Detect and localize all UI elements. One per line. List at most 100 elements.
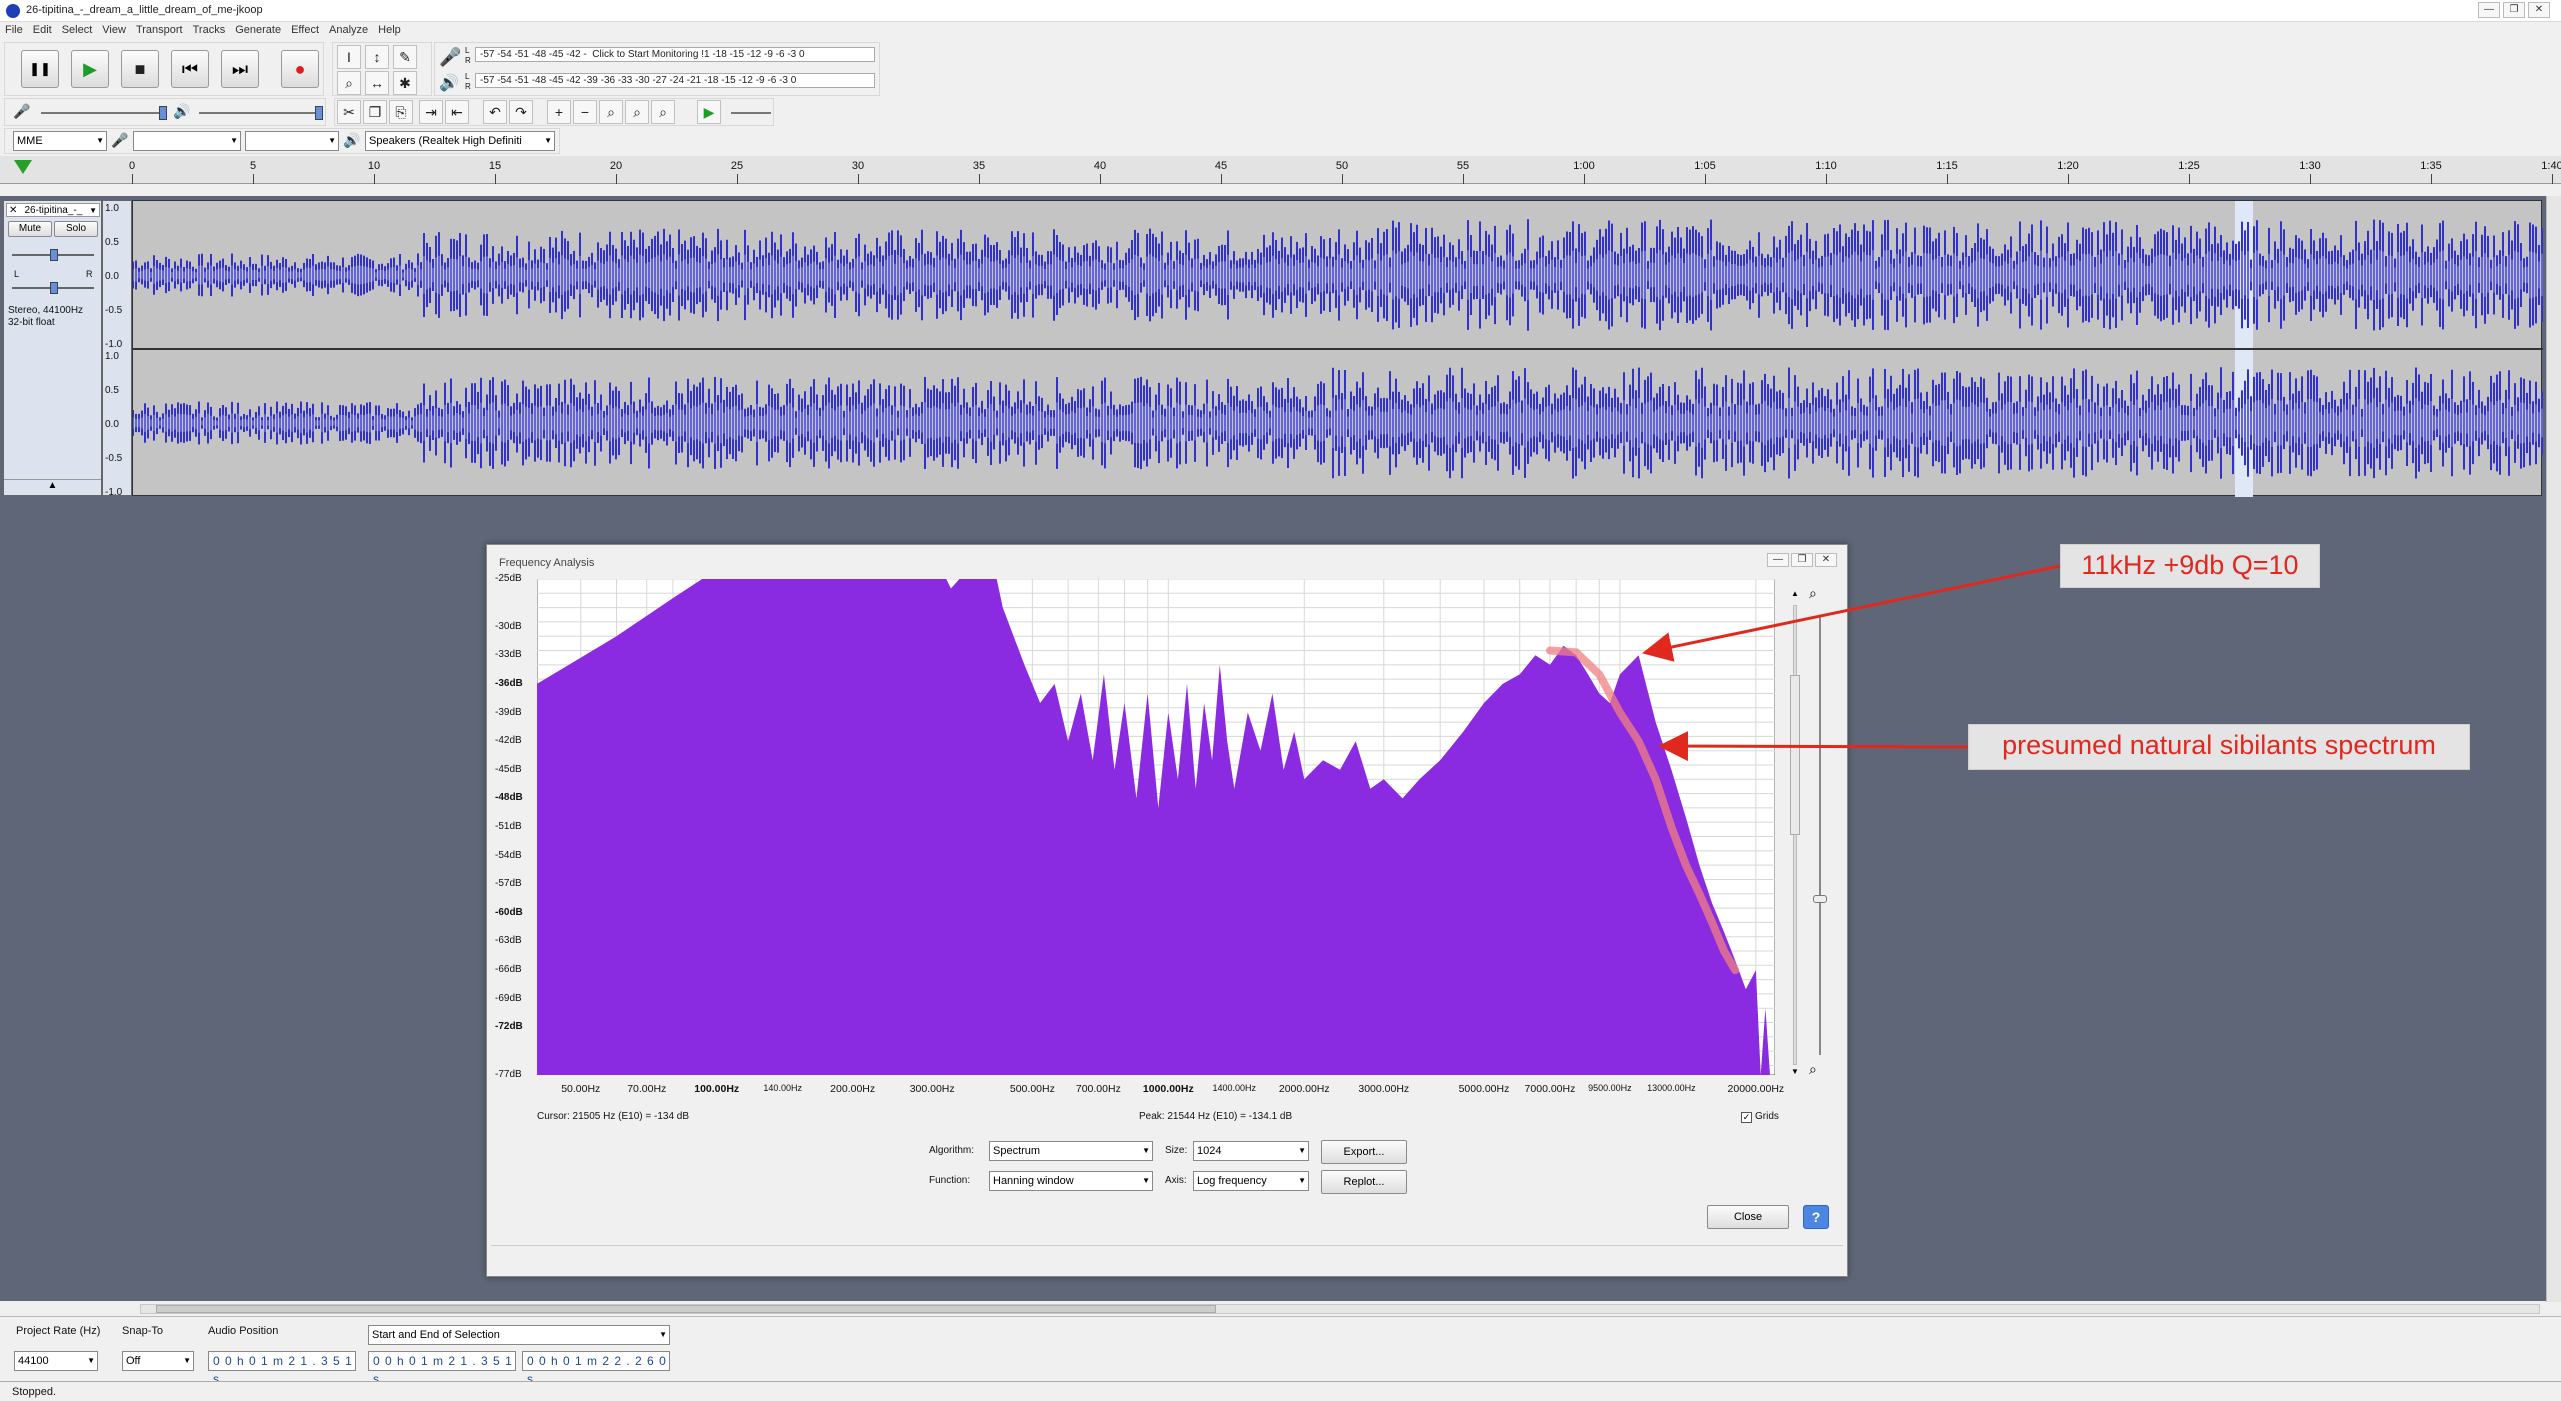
envelope-tool-icon[interactable]: ↕ xyxy=(365,45,389,69)
grids-checkbox[interactable]: ✓ xyxy=(1741,1112,1752,1123)
playback-volume-slider[interactable] xyxy=(199,112,323,114)
skip-to-start-button[interactable]: ⏮ xyxy=(171,50,209,88)
record-meter[interactable]: -57 -54 -51 -48 -45 -42 - Click to Start… xyxy=(475,47,875,62)
draw-tool-icon[interactable]: ✎ xyxy=(393,45,417,69)
close-button[interactable]: Close xyxy=(1707,1205,1789,1229)
menu-edit[interactable]: Edit xyxy=(28,22,57,38)
meter-l-label: L xyxy=(465,46,470,55)
input-device-select[interactable]: ▼ xyxy=(133,131,241,151)
play-button[interactable]: ▶ xyxy=(71,50,109,88)
help-button[interactable]: ? xyxy=(1803,1205,1829,1229)
track-format: Stereo, 44100Hz xyxy=(8,305,84,316)
menu-generate[interactable]: Generate xyxy=(230,22,286,38)
track-name-menu[interactable]: ✕ 26-tipitina_-_ ▼ xyxy=(6,203,100,217)
zoom-tool-icon[interactable]: ⌕ xyxy=(337,71,361,95)
copy-icon[interactable]: ❐ xyxy=(363,100,387,124)
scroll-down-icon[interactable]: ▼ xyxy=(1791,1067,1799,1076)
spectrum-plot[interactable] xyxy=(537,579,1775,1075)
vertical-scrollbar[interactable] xyxy=(1793,605,1797,1065)
ruler-tick xyxy=(2431,174,2432,184)
pan-thumb[interactable] xyxy=(50,282,58,294)
close-track-icon[interactable]: ✕ xyxy=(7,205,17,216)
multi-tool-icon[interactable]: ✱ xyxy=(393,71,417,95)
gain-thumb[interactable] xyxy=(50,249,58,261)
track-menu-chevron-icon[interactable]: ▼ xyxy=(89,206,97,215)
waveform-display[interactable] xyxy=(132,200,2543,497)
play-speed-slider[interactable] xyxy=(731,112,771,114)
ruler-tick xyxy=(2189,174,2190,184)
redo-icon[interactable]: ↷ xyxy=(509,100,533,124)
zoom-in-plot-icon[interactable]: ⌕ xyxy=(1809,585,1817,602)
project-rate-select[interactable]: 44100 ▼ xyxy=(14,1351,98,1371)
menu-file[interactable]: File xyxy=(0,22,28,38)
paste-icon[interactable]: ⎘ xyxy=(389,100,413,124)
dialog-close-button[interactable]: ✕ xyxy=(1815,553,1837,567)
play-at-speed-icon[interactable]: ▶ xyxy=(697,100,721,124)
record-volume-slider[interactable] xyxy=(41,112,165,114)
audio-position-field[interactable]: 0 0 h 0 1 m 2 1 . 3 5 1 s xyxy=(208,1351,356,1386)
meter-toolbar: 🎤 L R -57 -54 -51 -48 -45 -42 - Click to… xyxy=(434,42,880,96)
zoom-toggle-icon[interactable]: ⌕ xyxy=(651,100,675,124)
scroll-up-icon[interactable]: ▲ xyxy=(1791,589,1799,598)
menu-help[interactable]: Help xyxy=(373,22,406,38)
solo-button[interactable]: Solo xyxy=(54,221,98,237)
mute-button[interactable]: Mute xyxy=(8,221,52,237)
fit-project-icon[interactable]: ⌕ xyxy=(625,100,649,124)
hz-label: 3000.00Hz xyxy=(1358,1083,1410,1095)
undo-icon[interactable]: ↶ xyxy=(483,100,507,124)
menu-view[interactable]: View xyxy=(97,22,131,38)
dialog-minimize-button[interactable]: — xyxy=(1767,553,1789,567)
microphone-icon[interactable]: 🎤 xyxy=(439,47,461,68)
collapse-track-icon[interactable]: ▲ xyxy=(4,479,101,495)
playback-volume-thumb[interactable] xyxy=(315,106,323,120)
host-select[interactable]: MME ▼ xyxy=(13,131,107,151)
trim-icon[interactable]: ⇥ xyxy=(419,100,443,124)
selection-start-field[interactable]: 0 0 h 0 1 m 2 1 . 3 5 1 s xyxy=(368,1351,516,1386)
selection-mode-select[interactable]: Start and End of Selection ▼ xyxy=(368,1325,670,1345)
axis-select[interactable]: Log frequency ▼ xyxy=(1193,1171,1309,1191)
zoom-out-plot-icon[interactable]: ⌕ xyxy=(1809,1061,1817,1078)
ruler-tick-label: 35 xyxy=(972,160,986,172)
timeline-ruler[interactable]: 0 5 10 15 20 25 30 35 40 45 50 55 1:00 1:05 1:10 1:15 1:… xyxy=(0,156,2561,184)
algorithm-select[interactable]: Spectrum ▼ xyxy=(989,1141,1153,1161)
vertical-scroll-thumb[interactable] xyxy=(1790,675,1800,835)
silence-icon[interactable]: ⇤ xyxy=(445,100,469,124)
vertical-window-scrollbar[interactable] xyxy=(2546,196,2561,1302)
playback-meter[interactable]: -57 -54 -51 -48 -45 -42 -39 -36 -33 -30 … xyxy=(475,73,875,88)
function-select[interactable]: Hanning window ▼ xyxy=(989,1171,1153,1191)
replot-button[interactable]: Replot... xyxy=(1321,1170,1407,1194)
minimize-button[interactable]: — xyxy=(2478,2,2500,18)
speaker-icon[interactable]: 🔊 xyxy=(439,73,459,93)
pause-button[interactable]: ❚❚ xyxy=(21,50,59,88)
menu-tracks[interactable]: Tracks xyxy=(188,22,231,38)
zoom-slider-thumb[interactable] xyxy=(1813,895,1827,903)
selection-toolbar: Project Rate (Hz) 44100 ▼ Snap-To Off ▼ Au… xyxy=(0,1316,2561,1386)
zoom-slider-track[interactable] xyxy=(1819,615,1821,1055)
record-button[interactable]: ● xyxy=(281,50,319,88)
output-device-select[interactable]: Speakers (Realtek High Definiti ▼ xyxy=(365,131,555,151)
selection-tool-icon[interactable]: I xyxy=(337,45,361,69)
play-head-triangle-icon[interactable] xyxy=(14,160,32,174)
time-shift-tool-icon[interactable]: ↔ xyxy=(365,71,389,95)
export-button[interactable]: Export... xyxy=(1321,1140,1407,1164)
menu-analyze[interactable]: Analyze xyxy=(324,22,373,38)
menu-effect[interactable]: Effect xyxy=(286,22,324,38)
horizontal-scroll-thumb[interactable] xyxy=(156,1305,1216,1313)
menu-select[interactable]: Select xyxy=(57,22,98,38)
close-window-button[interactable]: ✕ xyxy=(2528,2,2550,18)
fit-selection-icon[interactable]: ⌕ xyxy=(599,100,623,124)
size-select[interactable]: 1024 ▼ xyxy=(1193,1141,1309,1161)
zoom-in-icon[interactable]: + xyxy=(547,100,571,124)
maximize-button[interactable]: ❐ xyxy=(2503,2,2525,18)
record-volume-thumb[interactable] xyxy=(159,106,167,120)
cut-icon[interactable]: ✂ xyxy=(337,100,361,124)
selection-end-field[interactable]: 0 0 h 0 1 m 2 2 . 2 6 0 s xyxy=(522,1351,670,1386)
snap-to-select[interactable]: Off ▼ xyxy=(122,1351,194,1371)
zoom-out-icon[interactable]: − xyxy=(573,100,597,124)
dialog-maximize-button[interactable]: ❐ xyxy=(1791,553,1813,567)
skip-to-end-button[interactable]: ⏭ xyxy=(221,50,259,88)
stop-button[interactable]: ■ xyxy=(121,50,159,88)
input-channels-select[interactable]: ▼ xyxy=(245,131,339,151)
db-label: -77dB xyxy=(495,1069,522,1080)
menu-transport[interactable]: Transport xyxy=(131,22,188,38)
